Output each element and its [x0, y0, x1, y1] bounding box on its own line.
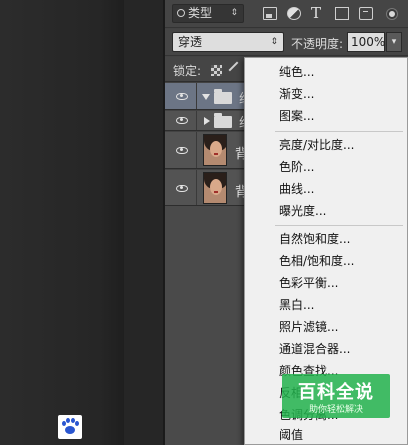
- menu-item-vibrance[interactable]: 自然饱和度...: [245, 228, 407, 250]
- filter-kind-select[interactable]: 类型 ⇕: [172, 4, 244, 23]
- select-arrows-icon: ⇕: [270, 37, 278, 47]
- pixel-layer-filter-icon[interactable]: [263, 7, 277, 20]
- menu-item-threshold[interactable]: 阈值: [245, 424, 407, 445]
- menu-item-photo-filter[interactable]: 照片滤镜...: [245, 316, 407, 338]
- blend-mode-bar: 穿透 ⇕ 不透明度: 100% ▾: [165, 29, 408, 56]
- visibility-cell[interactable]: [165, 83, 197, 109]
- type-layer-filter-icon[interactable]: T: [311, 4, 325, 22]
- watermark-subtitle: 助你轻松解决: [308, 405, 363, 415]
- menu-item-exposure[interactable]: 曝光度...: [245, 200, 407, 222]
- watermark-badge: 百科全说 助你轻松解决: [282, 374, 390, 418]
- document-canvas-area[interactable]: [0, 0, 124, 445]
- filter-toggle-icon[interactable]: [387, 9, 397, 19]
- visibility-cell[interactable]: [165, 170, 197, 205]
- menu-separator: [275, 225, 403, 226]
- folder-icon: [214, 113, 232, 128]
- layer-filter-bar: 类型 ⇕ T: [165, 0, 408, 28]
- layer-thumbnail: [203, 172, 227, 204]
- collapse-arrow-icon[interactable]: [204, 117, 210, 125]
- expand-arrow-icon[interactable]: [202, 94, 210, 100]
- eye-icon[interactable]: [176, 185, 188, 192]
- search-icon: [177, 9, 185, 17]
- eye-icon[interactable]: [176, 147, 188, 154]
- folder-icon: [214, 89, 232, 104]
- select-arrows-icon: ⇕: [230, 8, 238, 18]
- menu-separator: [275, 131, 403, 132]
- adjustment-layer-filter-icon[interactable]: [287, 7, 301, 20]
- watermark-title: 百科全说: [298, 382, 374, 403]
- blend-mode-select[interactable]: 穿透 ⇕: [172, 32, 284, 52]
- menu-item-channel-mixer[interactable]: 通道混合器...: [245, 338, 407, 360]
- menu-item-color-balance[interactable]: 色彩平衡...: [245, 272, 407, 294]
- menu-item-black-white[interactable]: 黑白...: [245, 294, 407, 316]
- menu-item-levels[interactable]: 色阶...: [245, 156, 407, 178]
- visibility-cell[interactable]: [165, 111, 197, 130]
- opacity-label: 不透明度:: [291, 37, 344, 51]
- menu-item-pattern[interactable]: 图案...: [245, 105, 407, 127]
- menu-item-gradient[interactable]: 渐变...: [245, 83, 407, 105]
- menu-item-curves[interactable]: 曲线...: [245, 178, 407, 200]
- lock-pixels-icon[interactable]: [228, 61, 246, 79]
- visibility-cell[interactable]: [165, 132, 197, 168]
- filter-kind-label: 类型: [188, 6, 213, 20]
- menu-item-brightness-contrast[interactable]: 亮度/对比度...: [245, 134, 407, 156]
- opacity-input[interactable]: 100%: [347, 32, 385, 52]
- menu-item-solid-color[interactable]: 纯色...: [245, 61, 407, 83]
- blend-mode-value: 穿透: [178, 35, 203, 49]
- canvas-scroll-area[interactable]: [124, 0, 164, 445]
- lock-transparency-icon[interactable]: [211, 65, 222, 76]
- layer-thumbnail: [203, 134, 227, 166]
- smart-object-filter-icon[interactable]: [359, 7, 373, 20]
- eye-icon[interactable]: [176, 117, 188, 124]
- shape-layer-filter-icon[interactable]: [335, 7, 349, 20]
- opacity-slider-button[interactable]: ▾: [386, 32, 402, 52]
- lock-label: 锁定:: [173, 64, 202, 78]
- paw-logo-icon: [58, 415, 82, 439]
- menu-item-hue-saturation[interactable]: 色相/饱和度...: [245, 250, 407, 272]
- eye-icon[interactable]: [176, 93, 188, 100]
